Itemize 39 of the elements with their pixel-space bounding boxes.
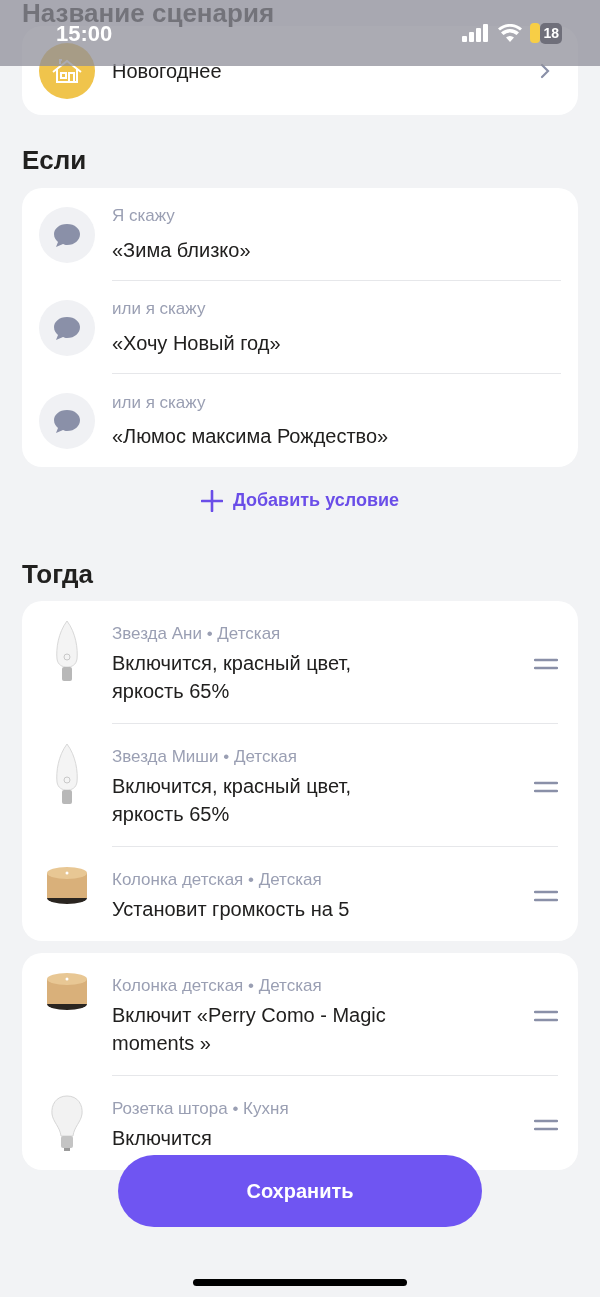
save-button[interactable]: Сохранить <box>118 1155 482 1227</box>
device-name: Колонка детская • Детская <box>112 869 323 891</box>
drag-handle-icon[interactable] <box>534 890 558 902</box>
trigger-phrase: «Люмос максима Рождество» <box>112 424 390 450</box>
drag-handle-icon[interactable] <box>534 1010 558 1022</box>
trigger-label: Я скажу <box>112 205 176 228</box>
signal-icon <box>462 24 491 42</box>
action-description: Включится <box>112 1126 213 1151</box>
action-description: Включит «Perry Como - Magic moments » <box>112 1003 387 1056</box>
drag-handle-icon[interactable] <box>534 781 558 793</box>
trigger-phrase: «Хочу Новый год» <box>112 330 282 356</box>
device-name: Звезда Миши • Детская <box>112 746 298 768</box>
light-bulb-icon <box>49 1094 85 1152</box>
device-name: Звезда Ани • Детская <box>112 623 282 645</box>
scenario-name: Новогоднее <box>112 58 223 84</box>
section-heading: Тогда <box>22 559 94 589</box>
battery-percent: 18 <box>540 22 562 44</box>
drag-handle-icon[interactable] <box>534 658 558 670</box>
candle-bulb-icon <box>54 742 80 806</box>
plus-icon <box>200 489 223 512</box>
chat-bubble-icon <box>39 206 95 263</box>
chat-bubble-icon <box>39 299 95 356</box>
trigger-phrase: «Зима близко» <box>112 237 252 263</box>
action-description: Установит громкость на 5 <box>112 897 351 922</box>
add-condition-button[interactable]: Добавить условие <box>200 487 400 514</box>
action-description: Включится, красный цвет, яркость 65% <box>112 774 352 827</box>
candle-bulb-icon <box>54 619 80 683</box>
trigger-label: или я скажу <box>112 298 207 321</box>
device-name: Розетка штора • Кухня <box>112 1098 290 1120</box>
chat-bubble-icon <box>39 392 95 449</box>
speaker-icon <box>45 971 89 1011</box>
wifi-icon <box>498 24 523 42</box>
speaker-icon <box>45 865 89 905</box>
drag-handle-icon[interactable] <box>534 1119 558 1131</box>
trigger-label: или я скажу <box>112 391 207 414</box>
battery-icon <box>530 23 541 43</box>
action-description: Включится, красный цвет, яркость 65% <box>112 651 352 704</box>
section-heading: Если <box>22 145 88 175</box>
device-name: Колонка детская • Детская <box>112 975 323 997</box>
